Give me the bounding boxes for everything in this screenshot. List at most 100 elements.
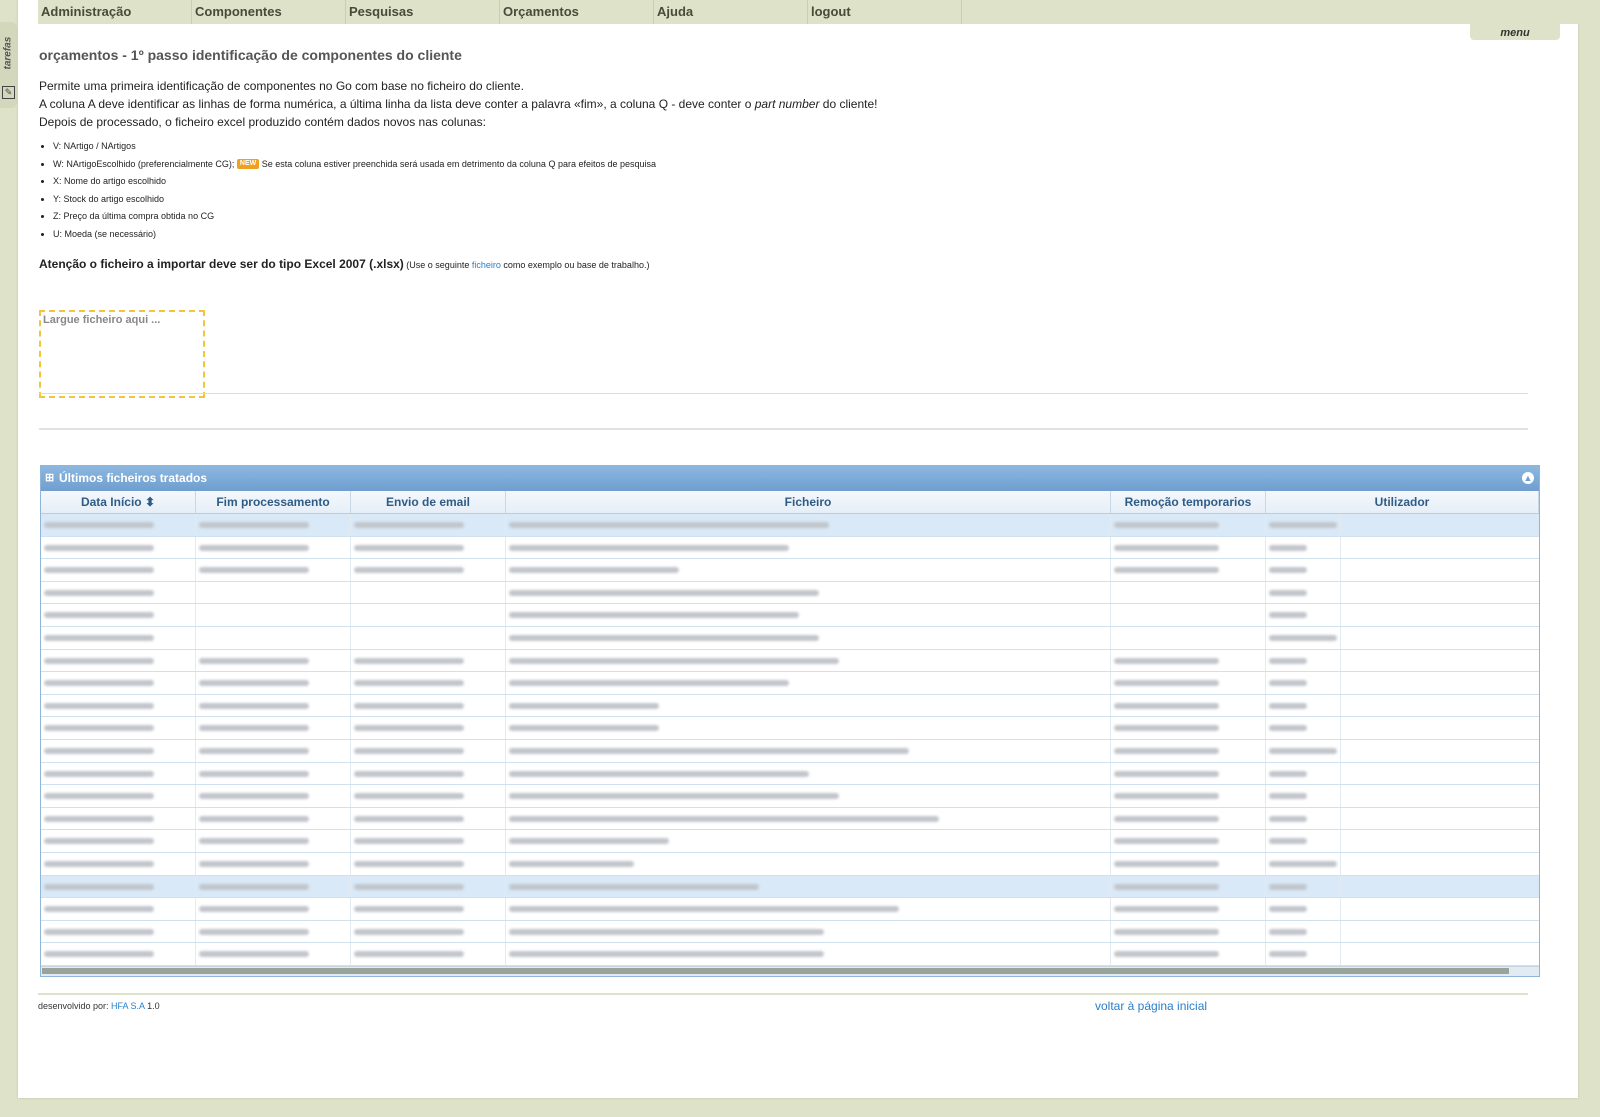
table-cell (41, 762, 196, 785)
table-cell (41, 559, 196, 581)
table-row[interactable] (41, 762, 1539, 786)
nav-componentes[interactable]: Componentes (192, 0, 346, 24)
table-row[interactable] (41, 920, 1539, 944)
menu-toggle[interactable]: menu (1470, 22, 1560, 40)
redacted-value (509, 860, 634, 867)
redacted-value (199, 522, 309, 528)
nav-logout[interactable]: logout (808, 0, 962, 24)
redacted-value (44, 544, 154, 551)
table-cell (506, 785, 1111, 807)
table-row[interactable] (41, 898, 1539, 921)
example-file-link[interactable]: ficheiro (472, 260, 501, 270)
hfa-link[interactable]: HFA S.A (111, 1001, 145, 1011)
redacted-value (354, 793, 464, 800)
table-cell (506, 694, 1111, 717)
redacted-value (1269, 793, 1307, 800)
column-header[interactable]: Envio de email (351, 491, 506, 513)
table-cell (1111, 626, 1266, 649)
tarefas-tab[interactable]: tarefas ✎ (0, 22, 17, 108)
table-row[interactable] (41, 943, 1539, 966)
redacted-value (1269, 567, 1307, 574)
table-cell (351, 762, 506, 785)
table-row[interactable] (41, 649, 1539, 673)
table-row[interactable] (41, 694, 1539, 718)
table-cell (1266, 943, 1341, 965)
table-cell (351, 604, 506, 626)
table-cell (41, 920, 196, 943)
table-row[interactable] (41, 875, 1539, 899)
column-header[interactable]: Data Início ⬍ (41, 491, 196, 513)
table-row[interactable] (41, 830, 1539, 853)
table-row[interactable] (41, 785, 1539, 808)
scrollbar-thumb[interactable] (42, 968, 1509, 974)
redacted-value (1114, 883, 1219, 890)
horizontal-scrollbar[interactable] (41, 966, 1539, 976)
redacted-value (44, 612, 154, 619)
table-cell (506, 943, 1111, 965)
table-row[interactable] (41, 626, 1539, 650)
table-cell (196, 514, 351, 536)
table-row[interactable] (41, 581, 1539, 605)
redacted-value (1269, 680, 1307, 687)
column-header[interactable]: Fim processamento (196, 491, 351, 513)
redacted-value (1114, 838, 1219, 845)
table-row[interactable] (41, 514, 1539, 537)
table-cell (41, 739, 196, 762)
table-cell (41, 785, 196, 807)
table-row[interactable] (41, 739, 1539, 763)
redacted-value (1269, 657, 1307, 664)
redacted-value (1269, 544, 1307, 551)
redacted-value (44, 770, 154, 777)
table-cell (41, 807, 196, 830)
table-row[interactable] (41, 604, 1539, 627)
table-cell (196, 604, 351, 626)
table-cell (1111, 649, 1266, 672)
collapse-icon[interactable]: ▲ (1522, 472, 1534, 484)
table-row[interactable] (41, 717, 1539, 740)
redacted-value (1269, 770, 1307, 777)
redacted-value (199, 883, 309, 890)
redacted-value (44, 747, 154, 754)
table-row[interactable] (41, 536, 1539, 560)
redacted-value (44, 589, 154, 596)
table-cell (1111, 943, 1266, 965)
table-cell (1111, 807, 1266, 830)
redacted-value (44, 725, 154, 732)
nav-pesquisas[interactable]: Pesquisas (346, 0, 500, 24)
list-item: U: Moeda (se necessário) (53, 226, 656, 244)
table-row[interactable] (41, 672, 1539, 695)
table-cell (196, 739, 351, 762)
table-cell (1111, 739, 1266, 762)
redacted-value (354, 883, 464, 890)
redacted-value (1114, 680, 1219, 687)
table-cell (1111, 717, 1266, 739)
redacted-value (354, 544, 464, 551)
table-row[interactable] (41, 852, 1539, 876)
redacted-value (509, 589, 819, 596)
table-cell (506, 920, 1111, 943)
table-cell (196, 626, 351, 649)
redacted-value (354, 680, 464, 687)
redacted-value (44, 951, 154, 958)
nav-ajuda[interactable]: Ajuda (654, 0, 808, 24)
table-cell (1111, 581, 1266, 604)
table-cell (41, 536, 196, 559)
table-cell (351, 694, 506, 717)
redacted-value (44, 567, 154, 574)
table-row[interactable] (41, 807, 1539, 831)
home-link[interactable]: voltar à página inicial (1095, 999, 1207, 1013)
redacted-value (354, 770, 464, 777)
column-header[interactable]: Ficheiro (506, 491, 1111, 513)
intro-line-2: A coluna A deve identificar as linhas de… (39, 97, 878, 111)
table-cell (41, 875, 196, 898)
column-header[interactable]: Remoção temporarios (1111, 491, 1266, 513)
file-dropzone[interactable]: Largue ficheiro aqui ... (39, 310, 205, 398)
column-header[interactable]: Utilizador (1266, 491, 1539, 513)
table-cell (506, 626, 1111, 649)
nav-administracao[interactable]: Administração (38, 0, 192, 24)
table-cell (41, 852, 196, 875)
table-row[interactable] (41, 559, 1539, 582)
nav-orcamentos[interactable]: Orçamentos (500, 0, 654, 24)
table-cell (351, 875, 506, 898)
top-nav: Administração Componentes Pesquisas Orça… (38, 0, 1588, 24)
